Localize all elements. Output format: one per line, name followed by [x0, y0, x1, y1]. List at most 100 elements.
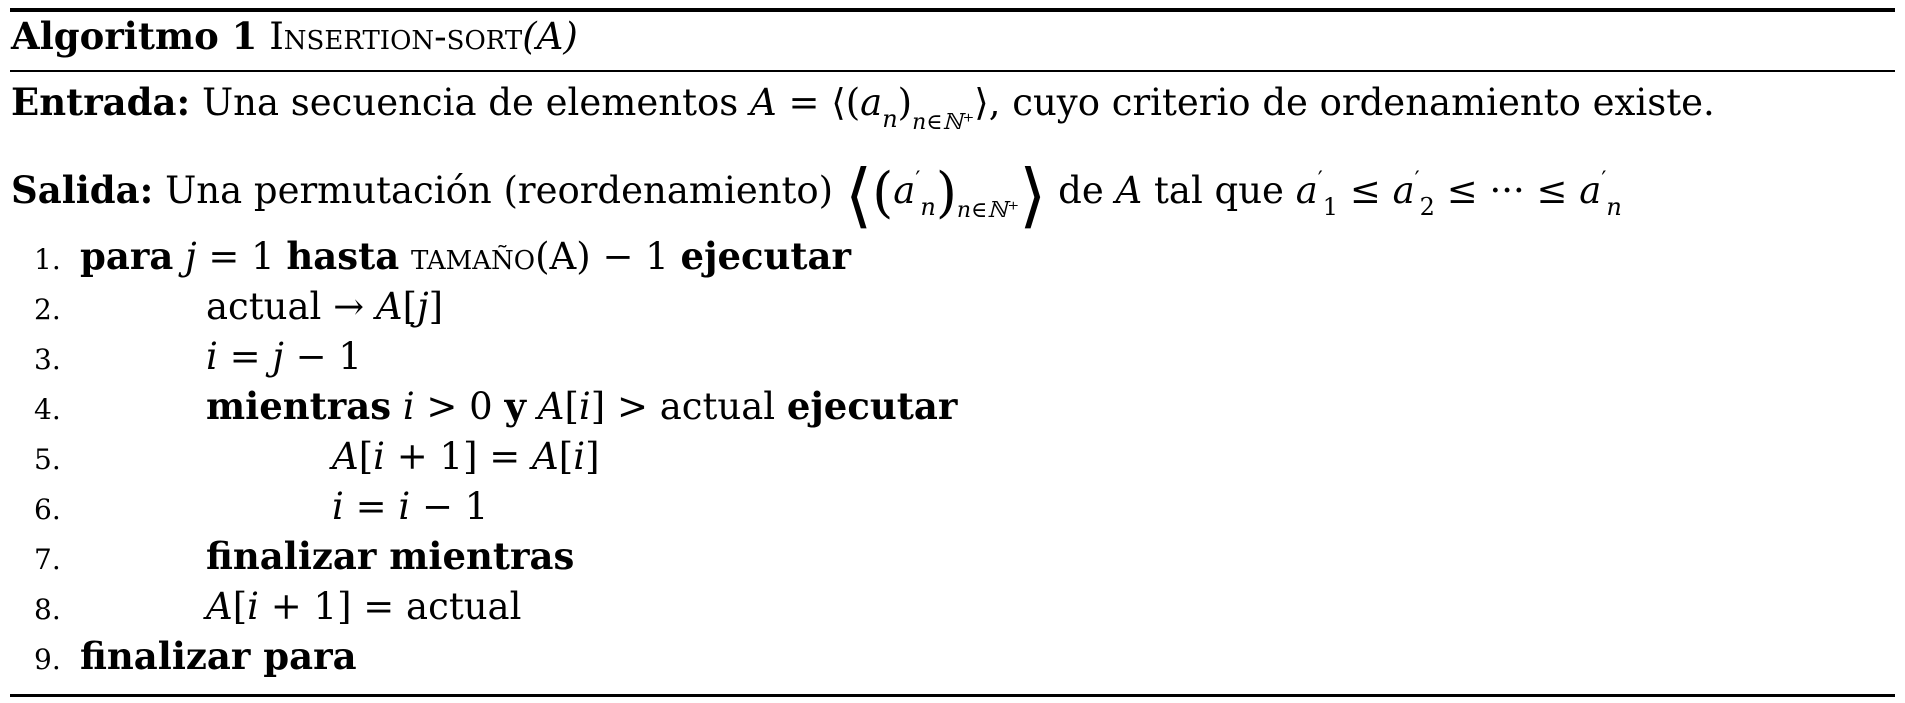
var-i: i — [332, 485, 344, 528]
output-index: n∈ℕ⁺ — [956, 198, 1020, 223]
var-i: i — [247, 585, 260, 628]
keyword-finalizar-mientras: finalizar mientras — [206, 534, 575, 578]
input-seq-elem: a — [860, 81, 883, 124]
keyword-mientras: mientras — [206, 384, 392, 428]
input-seq-close: ) — [897, 81, 913, 124]
caption-rule — [10, 70, 1895, 72]
line-number: 4. — [34, 393, 61, 426]
line-code: para j = 1 hasta tamaño(A) − 1 ejecutar — [80, 235, 851, 278]
output-close-paren: ) — [935, 161, 957, 224]
output-de: de — [1058, 169, 1104, 212]
line-code: mientras i > 0 y A[i] > actual ejecutar — [206, 385, 957, 428]
var-i: i — [402, 385, 415, 428]
output-tal-que: tal que — [1154, 169, 1284, 212]
var-a: A — [532, 435, 559, 478]
text: actual → — [206, 285, 376, 328]
line-code: i = i − 1 — [332, 488, 488, 525]
line-number: 1. — [34, 243, 61, 276]
output-open-angle: ⟨ — [844, 154, 873, 236]
var-i: i — [373, 435, 386, 478]
input-text: Una secuencia de elementos — [201, 81, 739, 124]
keyword-para: para — [80, 234, 174, 278]
keyword-finalizar-para: finalizar para — [80, 634, 357, 678]
keyword-ejecutar: ejecutar — [680, 234, 851, 278]
text: − 1 — [283, 335, 362, 378]
var-a: A — [375, 285, 403, 328]
text: [ — [564, 385, 579, 428]
text: = — [343, 485, 399, 528]
var-i: i — [573, 435, 586, 478]
output-a2-prime: ′ — [1414, 168, 1420, 193]
text: (A) − 1 — [535, 235, 681, 278]
input-text-after: , cuyo criterio de ordenamiento existe. — [988, 81, 1715, 124]
line-code: actual → A[j] — [206, 288, 443, 325]
var-i: i — [398, 485, 411, 528]
text: ] > actual — [590, 385, 787, 428]
var-i: i — [206, 335, 218, 378]
output-label: Salida: — [11, 168, 154, 212]
line-code: A[i + 1] = A[i] — [332, 438, 600, 475]
output-an: a — [1579, 169, 1602, 212]
line-number: 6. — [34, 493, 61, 526]
caption-label: Algoritmo 1 — [11, 14, 258, 58]
output-le2: ≤ ··· ≤ — [1446, 169, 1568, 212]
output-le1: ≤ — [1349, 169, 1381, 212]
text: [ — [558, 435, 574, 478]
var-j: j — [417, 285, 429, 328]
text: = — [217, 335, 273, 378]
output-a1: a — [1295, 169, 1318, 212]
output-a1-prime: ′ — [1317, 168, 1323, 193]
output-a2: a — [1392, 169, 1415, 212]
text: [ — [232, 585, 248, 628]
text: [ — [402, 285, 418, 328]
input-seq-var: A — [750, 81, 777, 124]
input-label: Entrada: — [11, 80, 191, 124]
var-a: A — [332, 435, 359, 478]
text: ] — [585, 435, 600, 478]
text: > 0 — [414, 385, 505, 428]
text: − 1 — [410, 485, 489, 528]
func-tamano: tamaño — [399, 235, 536, 278]
text: = 1 — [196, 235, 287, 278]
var-j: j — [272, 335, 284, 378]
var-a: A — [537, 385, 565, 428]
output-an-sub: n — [1606, 193, 1622, 221]
keyword-hasta: hasta — [286, 234, 400, 278]
line-code: A[i + 1] = actual — [206, 588, 521, 625]
line-number: 7. — [34, 543, 61, 576]
output-spec: Salida: Una permutación (reordenamiento)… — [11, 160, 1622, 230]
output-var-a: A — [1115, 169, 1143, 212]
algorithm-caption: Algoritmo 1 Insertion-sort(A) — [11, 15, 578, 58]
line-number: 5. — [34, 443, 61, 476]
input-seq-end: ⟩ — [974, 81, 989, 124]
caption-name: Insertion-sort — [269, 15, 523, 58]
output-a2-sub: 2 — [1419, 193, 1435, 221]
input-spec: Entrada: Una secuencia de elementos A = … — [11, 84, 1715, 134]
text: [ — [358, 435, 374, 478]
line-number: 9. — [34, 643, 61, 676]
line-number: 8. — [34, 593, 61, 626]
output-text: Una permutación (reordenamiento) — [165, 169, 834, 212]
line-code: i = j − 1 — [206, 338, 362, 375]
text: + 1] = actual — [259, 585, 522, 628]
output-close-angle: ⟩ — [1019, 154, 1047, 236]
text: ] — [428, 285, 443, 328]
text: + 1] = — [385, 435, 533, 478]
output-an-prime: ′ — [1601, 168, 1607, 193]
output-open-paren: ( — [872, 161, 894, 224]
output-elem: a — [893, 169, 916, 212]
output-elem-sub: n — [920, 193, 936, 221]
bottom-rule — [10, 694, 1895, 697]
keyword-y: y — [504, 384, 526, 428]
input-seq-elem-sub: n — [882, 105, 898, 133]
input-seq-index: n∈ℕ⁺ — [912, 110, 975, 135]
var-i: i — [578, 385, 591, 428]
var-a: A — [206, 585, 233, 628]
caption-arg: (A) — [522, 15, 578, 58]
output-elem-prime: ′ — [915, 168, 921, 193]
line-number: 3. — [34, 343, 61, 376]
input-seq-open: = ⟨( — [776, 81, 861, 124]
var-j: j — [185, 235, 197, 278]
line-number: 2. — [34, 293, 61, 326]
output-a1-sub: 1 — [1322, 193, 1339, 221]
